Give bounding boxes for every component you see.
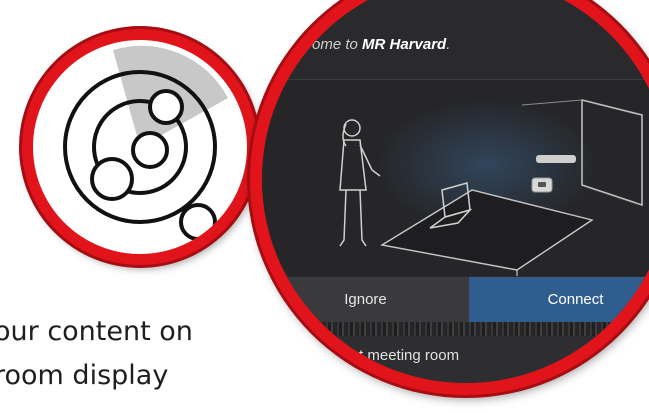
device-screen: ome to MR Harvard. Ignore Connect select… xyxy=(262,0,649,383)
select-meeting-room-item[interactable]: select meeting room xyxy=(324,347,459,364)
ignore-button[interactable]: Ignore xyxy=(262,277,469,322)
connect-button[interactable]: Connect xyxy=(469,277,649,322)
bottom-dot xyxy=(179,203,217,241)
logo-badge xyxy=(22,29,258,265)
zoom-lens: ome to MR Harvard. Ignore Connect select… xyxy=(250,0,649,395)
left-dot xyxy=(90,157,134,201)
room-illustration xyxy=(262,80,649,276)
welcome-message: ome to MR Harvard. xyxy=(312,36,451,53)
camera-bar-icon xyxy=(536,155,576,163)
center-dot xyxy=(131,131,169,169)
room-name: MR Harvard xyxy=(362,36,447,53)
top-dot xyxy=(148,89,184,125)
caption-line-2: room display xyxy=(0,360,169,391)
screen-noise xyxy=(262,322,649,336)
caption-line-1: our content on xyxy=(0,316,193,347)
stage: our content on room display ome to MR Ha… xyxy=(0,0,649,413)
person-icon xyxy=(339,119,381,247)
caption-text: our content on room display xyxy=(0,310,193,398)
meeting-room-graphic xyxy=(339,98,643,276)
orbit-circles-icon xyxy=(63,45,228,241)
